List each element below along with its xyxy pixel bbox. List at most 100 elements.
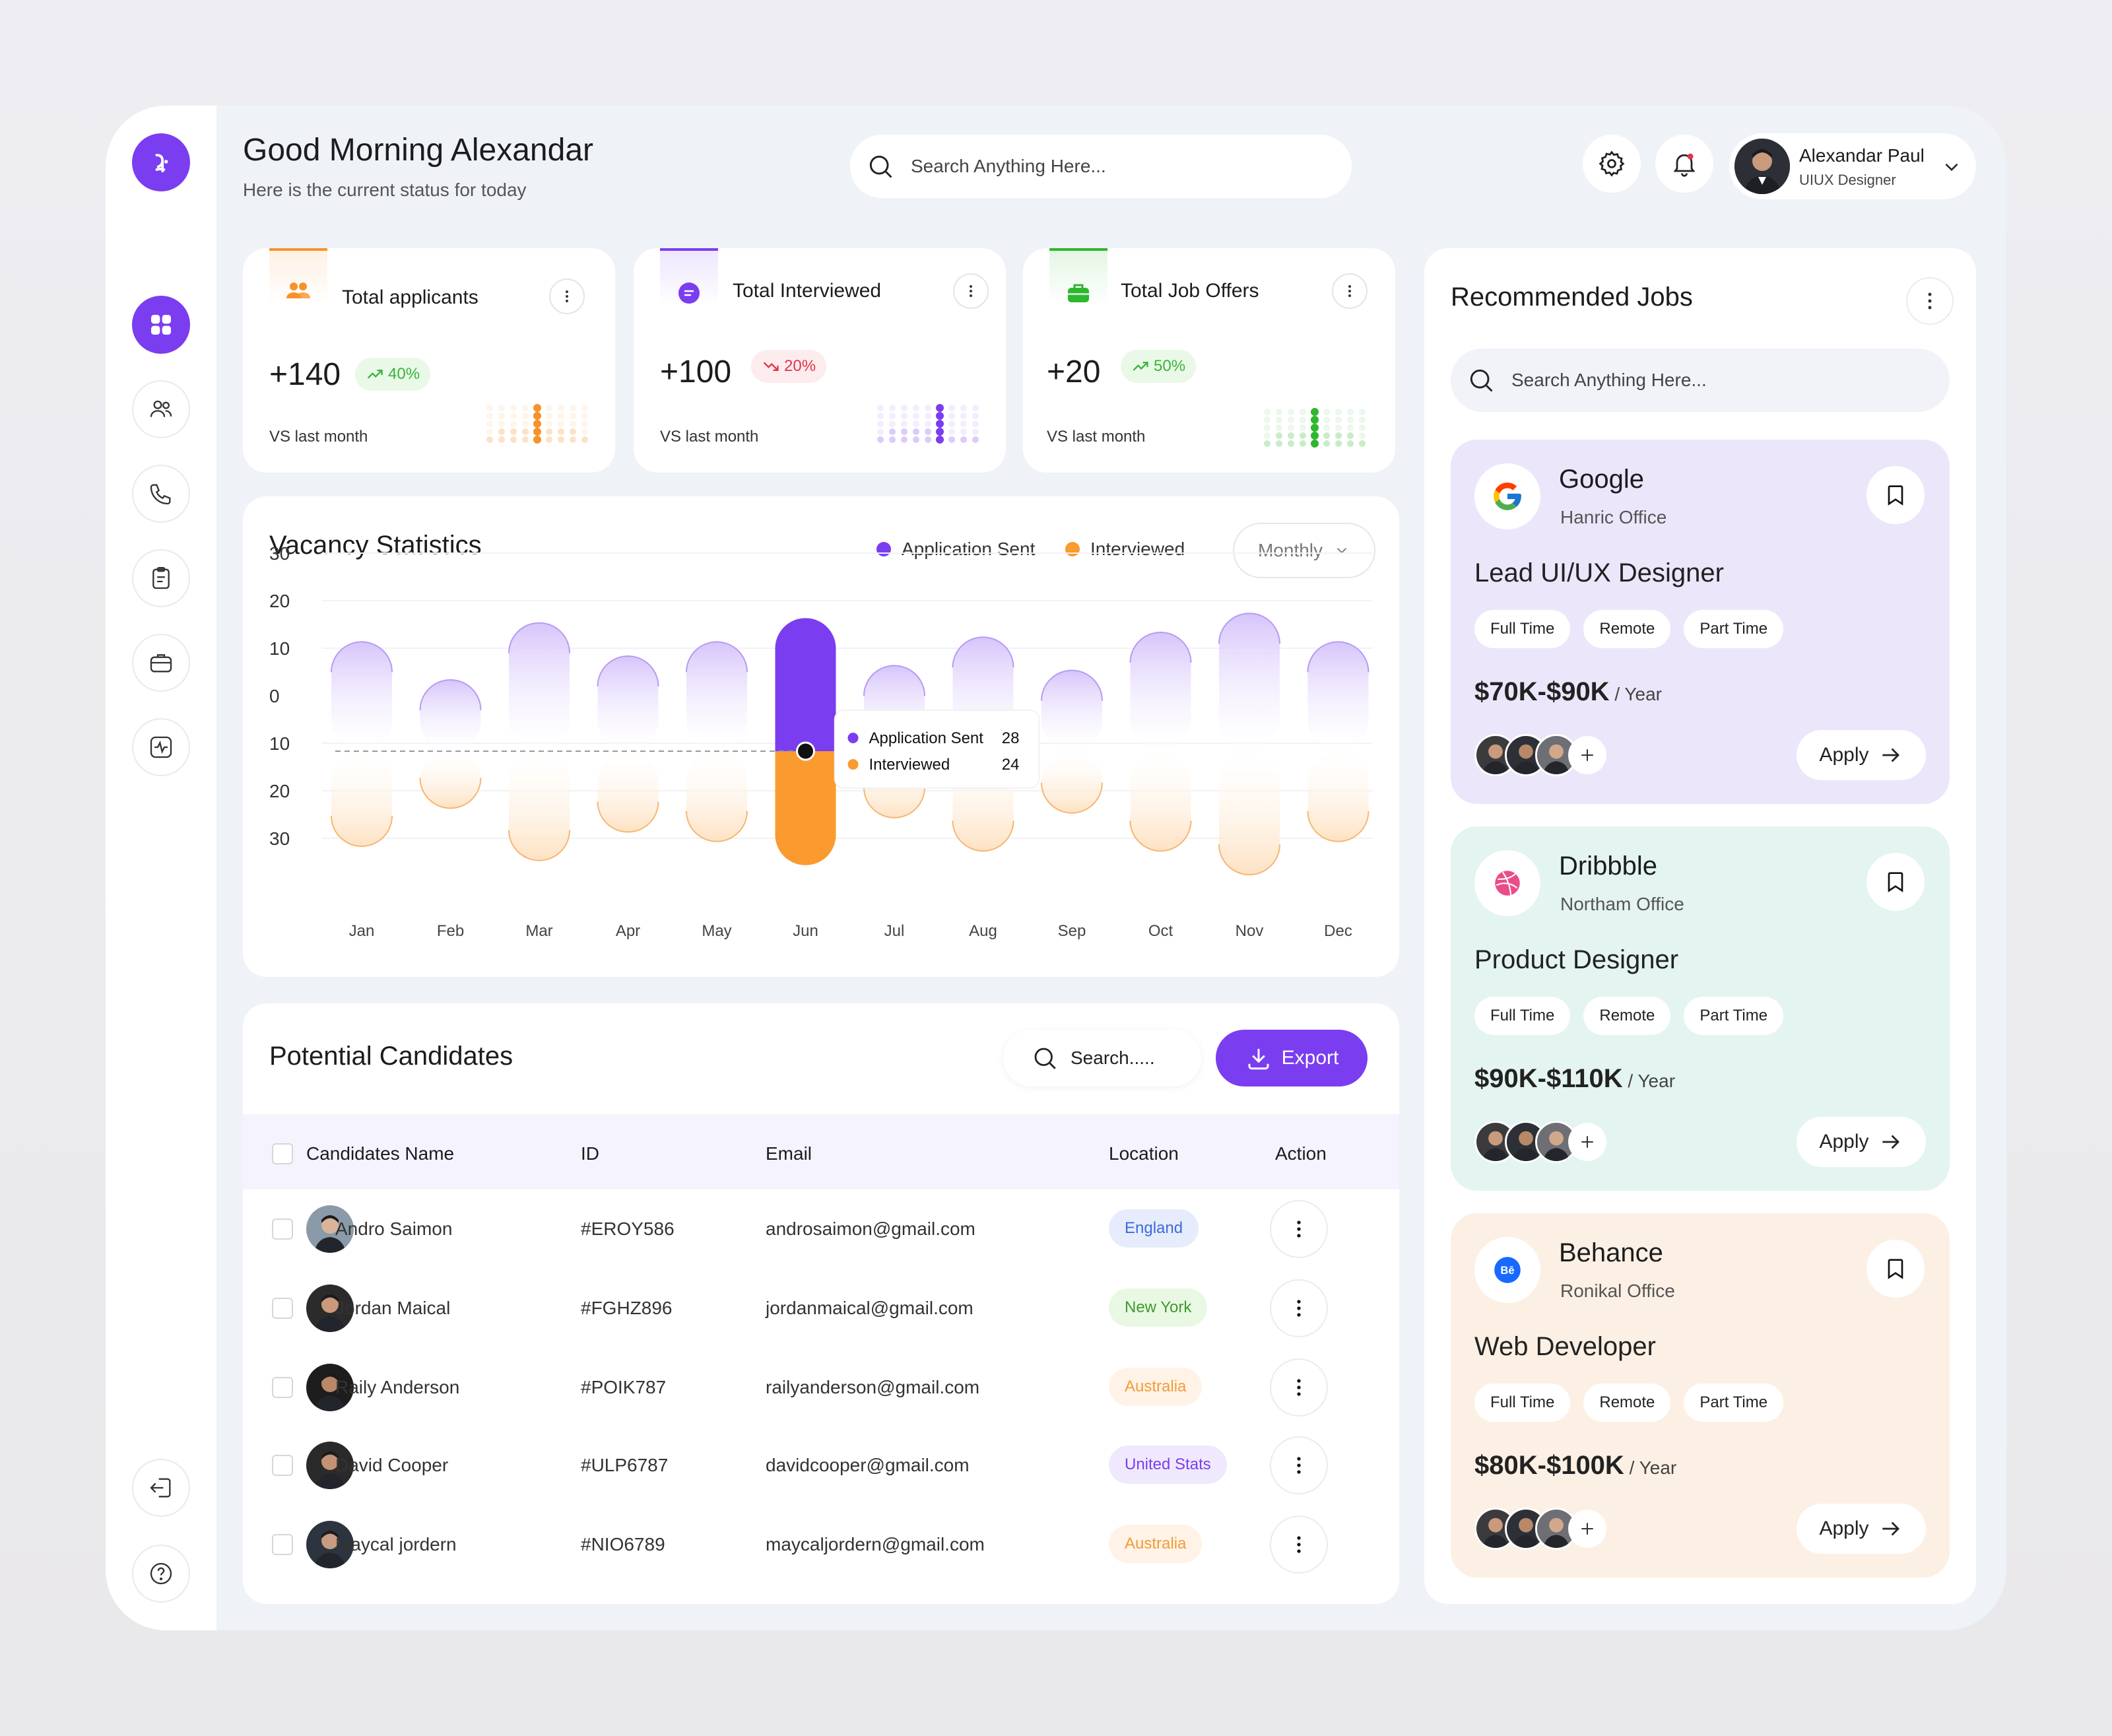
sparkline-dot <box>877 420 884 427</box>
sparkline-dot <box>960 428 967 435</box>
tooltip-dot-interviewed <box>847 759 859 770</box>
bar-interviewed[interactable] <box>597 751 659 832</box>
x-axis-tick: Aug <box>969 922 997 940</box>
sparkline-dot <box>486 428 493 435</box>
sparkline-dot <box>581 413 588 419</box>
sidebar-item-calls[interactable] <box>132 465 190 523</box>
sparkline-dot <box>510 405 517 411</box>
bookmark-button[interactable] <box>1866 853 1925 911</box>
sparkline-dot <box>486 405 493 411</box>
add-applicant-button[interactable] <box>1568 736 1606 774</box>
jobs-search-placeholder: Search Anything Here... <box>1511 370 1707 390</box>
sparkline-dot <box>1300 417 1306 423</box>
row-checkbox[interactable] <box>272 1219 293 1240</box>
row-action-button[interactable] <box>1270 1279 1328 1337</box>
gear-icon <box>1599 150 1625 177</box>
select-all-checkbox[interactable] <box>272 1143 293 1164</box>
job-title: Product Designer <box>1474 945 1679 974</box>
sparkline-dot <box>581 428 588 435</box>
stat-more-button[interactable] <box>953 273 989 309</box>
bookmark-button[interactable] <box>1866 466 1925 524</box>
salary-range: $90K-$110K <box>1474 1064 1623 1093</box>
bar-application-sent[interactable] <box>509 622 570 751</box>
sparkline-dot <box>1311 432 1319 440</box>
add-applicant-button[interactable] <box>1568 1510 1606 1548</box>
logout-button[interactable] <box>132 1459 190 1517</box>
row-action-button[interactable] <box>1270 1436 1328 1494</box>
apply-button[interactable]: Apply <box>1797 730 1926 780</box>
bar-application-sent[interactable] <box>597 656 659 751</box>
global-search-input[interactable]: Search Anything Here... <box>850 135 1352 198</box>
location-badge: Australia <box>1109 1525 1203 1563</box>
sparkline-dot <box>877 405 884 411</box>
stat-value: +100 <box>660 354 732 389</box>
sparkline-dot <box>498 413 505 419</box>
job-card[interactable]: Dribbble Northam Office Product Designer Fu… <box>1451 826 1950 1191</box>
sidebar-item-users[interactable] <box>132 380 190 438</box>
stat-more-button[interactable] <box>1332 273 1368 309</box>
sidebar-item-jobs[interactable] <box>132 634 190 692</box>
sidebar-item-tasks[interactable] <box>132 549 190 607</box>
jobs-search-input[interactable]: Search Anything Here... <box>1451 349 1950 412</box>
stat-more-button[interactable] <box>549 279 585 314</box>
x-axis-tick: Apr <box>616 922 640 940</box>
bar-interviewed[interactable] <box>1130 751 1191 851</box>
bar-application-sent[interactable] <box>420 680 481 751</box>
app-logo[interactable] <box>132 133 190 191</box>
job-card[interactable]: Bē Behance Ronikal Office Web Developer Full… <box>1451 1213 1950 1578</box>
candidate-email: railyanderson@gmail.com <box>766 1377 980 1397</box>
row-action-button[interactable] <box>1270 1516 1328 1574</box>
bar-application-sent[interactable] <box>1041 670 1102 751</box>
x-axis-tick: Mar <box>525 922 552 940</box>
bar-interviewed[interactable] <box>686 751 747 842</box>
export-button[interactable]: Export <box>1216 1030 1368 1086</box>
bar-interviewed[interactable] <box>1219 751 1280 875</box>
applicant-avatars <box>1474 734 1606 776</box>
candidates-search-input[interactable]: Search..... <box>1003 1030 1201 1086</box>
job-tag: Full Time <box>1474 997 1571 1035</box>
bar-interviewed[interactable] <box>331 751 392 846</box>
sparkline-dot <box>1300 432 1306 439</box>
row-checkbox[interactable] <box>272 1377 293 1398</box>
row-checkbox[interactable] <box>272 1298 293 1319</box>
job-salary: $70K-$90K / Year <box>1474 677 1662 707</box>
bar-application-sent[interactable] <box>686 642 747 751</box>
bar-application-sent[interactable] <box>1307 642 1369 751</box>
bar-application-sent[interactable] <box>1219 613 1280 751</box>
stat-label: Total applicants <box>342 286 478 308</box>
notifications-button[interactable] <box>1655 135 1713 193</box>
row-checkbox[interactable] <box>272 1455 293 1476</box>
candidate-email: davidcooper@gmail.com <box>766 1455 970 1475</box>
row-checkbox[interactable] <box>272 1534 293 1555</box>
more-vertical-icon <box>1297 1300 1301 1317</box>
highlight-point <box>796 741 815 761</box>
apply-button[interactable]: Apply <box>1797 1117 1926 1167</box>
bookmark-button[interactable] <box>1866 1240 1925 1298</box>
settings-button[interactable] <box>1583 135 1641 193</box>
bar-application-sent[interactable] <box>331 642 392 751</box>
search-placeholder: Search Anything Here... <box>911 156 1106 176</box>
sparkline-dot <box>1288 417 1294 423</box>
sparkline-dot <box>948 420 955 427</box>
sparkline-dot <box>581 405 588 411</box>
apply-button[interactable]: Apply <box>1797 1504 1926 1554</box>
help-button[interactable] <box>132 1545 190 1603</box>
apply-label: Apply <box>1819 1131 1869 1152</box>
sparkline-dot <box>533 436 541 444</box>
sparkline-dot <box>510 420 517 427</box>
user-profile-menu[interactable]: Alexandar Paul UIUX Designer <box>1729 133 1976 199</box>
bar-interviewed[interactable] <box>1307 751 1369 842</box>
sidebar-item-activity[interactable] <box>132 718 190 776</box>
column-header-name: Candidates Name <box>306 1143 455 1164</box>
bar-interviewed[interactable] <box>509 751 570 861</box>
job-card[interactable]: Google Hanric Office Lead UI/UX Designer Fu… <box>1451 440 1950 804</box>
recommended-more-button[interactable] <box>1906 277 1954 325</box>
row-action-button[interactable] <box>1270 1358 1328 1417</box>
x-axis-tick: Nov <box>1236 922 1264 940</box>
sidebar-item-dashboard[interactable] <box>132 296 190 354</box>
row-action-button[interactable] <box>1270 1200 1328 1258</box>
add-applicant-button[interactable] <box>1568 1123 1606 1161</box>
apply-label: Apply <box>1819 1518 1869 1539</box>
bar-application-sent[interactable] <box>1130 632 1191 751</box>
trend-value: 20% <box>784 357 816 375</box>
